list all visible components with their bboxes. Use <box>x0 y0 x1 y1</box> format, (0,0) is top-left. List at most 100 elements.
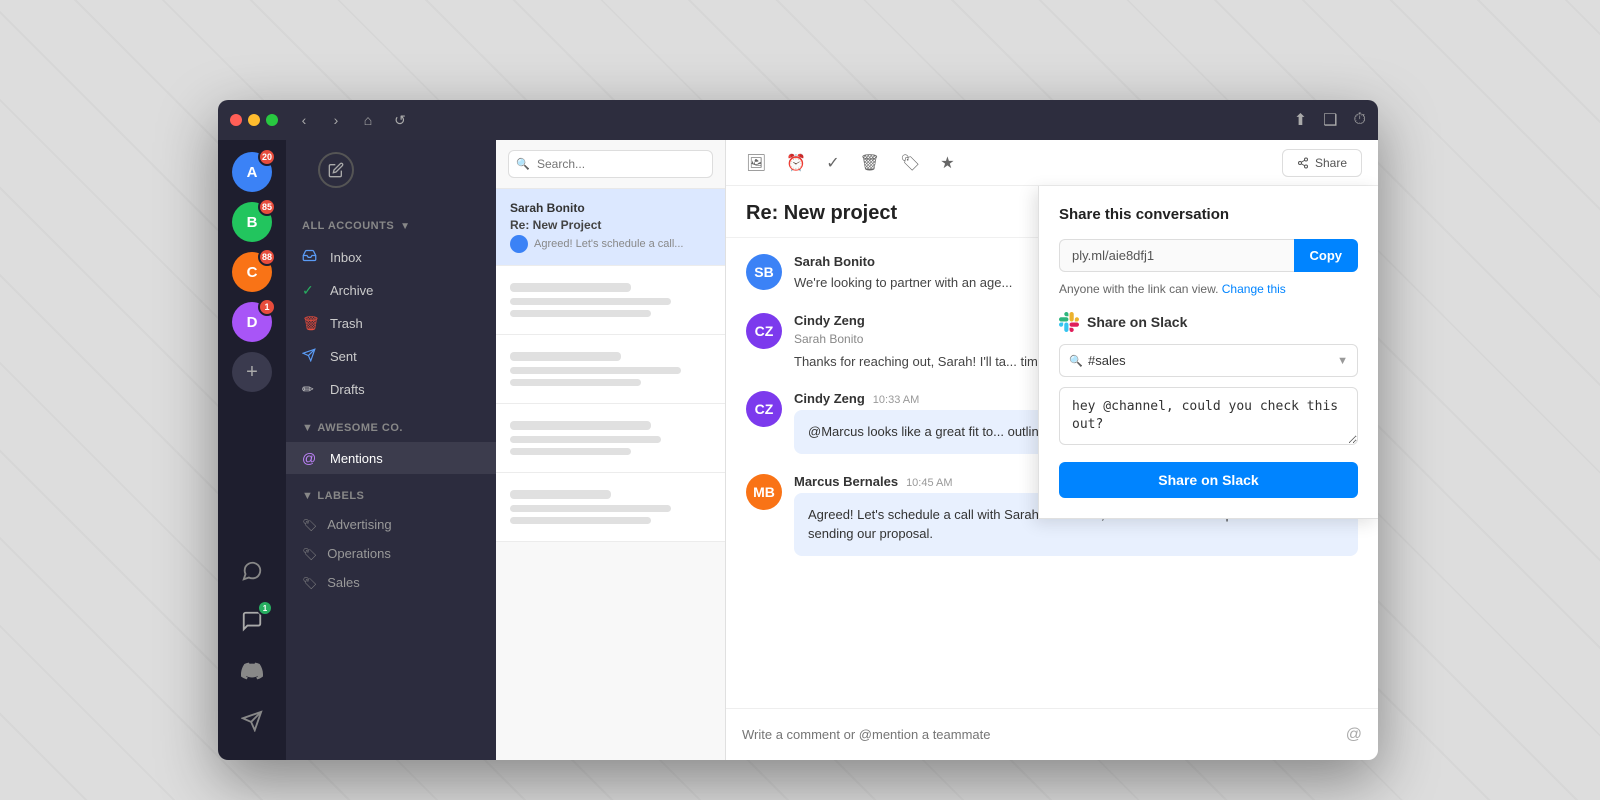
share-link-input[interactable] <box>1059 239 1294 272</box>
layers-icon[interactable]: ❑ <box>1323 110 1337 130</box>
mentions-icon: @ <box>302 450 320 466</box>
change-this-link[interactable]: Change this <box>1222 282 1286 296</box>
compose-button[interactable] <box>318 152 354 188</box>
titlebar: ‹ › ⌂ ↺ ⬆ ❑ ⏱ <box>218 100 1378 140</box>
label-sales[interactable]: 🏷 Sales <box>286 568 496 597</box>
chat-badge: 1 <box>257 600 273 616</box>
channel-select-wrapper: ▼ <box>1059 344 1358 377</box>
label-operations[interactable]: 🏷 Operations <box>286 539 496 568</box>
titlebar-icons: ⬆ ❑ ⏱ <box>1294 110 1366 130</box>
avatar-cindy-2: CZ <box>746 391 782 427</box>
account-avatar-3[interactable]: C 88 <box>232 252 272 292</box>
conv-preview-1: Agreed! Let's schedule a call... <box>510 235 711 253</box>
traffic-lights <box>230 114 278 126</box>
close-button[interactable] <box>230 114 242 126</box>
conv-sender-1: Sarah Bonito <box>510 201 711 215</box>
star-icon[interactable]: ★ <box>936 149 958 177</box>
nav-mentions[interactable]: @ Mentions <box>286 442 496 474</box>
avatar-marcus: MB <box>746 474 782 510</box>
placeholder-9 <box>510 448 631 455</box>
share-link-row: Copy <box>1059 239 1358 272</box>
at-icon[interactable]: @ <box>1346 726 1362 744</box>
channel-input[interactable] <box>1059 344 1358 377</box>
conv-item-4[interactable] <box>496 404 725 473</box>
search-bar <box>496 140 725 189</box>
avatar-sarah: SB <box>746 254 782 290</box>
placeholder-12 <box>510 517 651 524</box>
slack-message-input[interactable]: hey <span class="channel-mention">@chann… <box>1059 387 1358 445</box>
account-badge-1: 20 <box>258 148 276 166</box>
label-advertising[interactable]: 🏷 Advertising <box>286 510 496 539</box>
email-view: 🖼 ⏰ ✓ 🗑 🏷 ★ Share Re: New project <box>726 140 1378 760</box>
email-toolbar: 🖼 ⏰ ✓ 🗑 🏷 ★ Share <box>726 140 1378 186</box>
account-avatar-2[interactable]: B 85 <box>232 202 272 242</box>
all-accounts-header[interactable]: ALL ACCOUNTS ▼ <box>286 216 496 236</box>
discord-icon-btn[interactable] <box>233 652 271 690</box>
nav-inbox[interactable]: Inbox <box>286 240 496 274</box>
image-icon[interactable]: 🖼 <box>742 149 770 177</box>
alarm-icon[interactable]: ⏰ <box>782 149 810 177</box>
share-button[interactable]: Share <box>1282 149 1362 177</box>
dropdown-arrow-icon: ▼ <box>1337 355 1348 367</box>
minimize-button[interactable] <box>248 114 260 126</box>
share-on-slack-button[interactable]: Share on Slack <box>1059 462 1358 498</box>
back-button[interactable]: ‹ <box>290 107 318 133</box>
archive-icon: ✓ <box>302 282 320 299</box>
navigation-buttons: ‹ › ⌂ ↺ <box>290 107 414 133</box>
maximize-button[interactable] <box>266 114 278 126</box>
msg-name-2: Cindy Zeng <box>794 313 865 328</box>
main-window: ‹ › ⌂ ↺ ⬆ ❑ ⏱ A 20 B 85 C 88 <box>218 100 1378 760</box>
check-icon[interactable]: ✓ <box>822 149 843 177</box>
label-tag-icon-3: 🏷 <box>302 576 317 590</box>
account-avatar-4[interactable]: D 1 <box>232 302 272 342</box>
compose-input[interactable] <box>742 727 1336 742</box>
avatar-cindy-1: CZ <box>746 313 782 349</box>
nav-sidebar: ALL ACCOUNTS ▼ Inbox ✓ Archive 🗑 Trash <box>286 140 496 760</box>
sent-icon <box>302 348 320 365</box>
forward-button[interactable]: › <box>322 107 350 133</box>
nav-sent[interactable]: Sent <box>286 340 496 373</box>
account-badge-3: 88 <box>258 248 276 266</box>
labels-header[interactable]: ▼ LABELS <box>286 486 496 506</box>
copy-button[interactable]: Copy <box>1294 239 1359 272</box>
conv-item-5[interactable] <box>496 473 725 542</box>
conv-avatar-sm-1 <box>510 235 528 253</box>
sidebar-bottom-icons: 1 <box>233 552 271 748</box>
conv-item-1[interactable]: Sarah Bonito Re: New Project Agreed! Let… <box>496 189 725 266</box>
trash-icon: 🗑 <box>302 315 320 332</box>
account-avatar-1[interactable]: A 20 <box>232 152 272 192</box>
nav-drafts[interactable]: ✏ Drafts <box>286 373 496 406</box>
paper-plane-icon-btn[interactable] <box>233 702 271 740</box>
nav-trash[interactable]: 🗑 Trash <box>286 307 496 340</box>
conv-item-3[interactable] <box>496 335 725 404</box>
msg-name-4: Marcus Bernales <box>794 474 898 489</box>
slack-icon <box>1059 312 1079 332</box>
conv-subject-1: Re: New Project <box>510 218 711 232</box>
placeholder-3 <box>510 310 651 317</box>
chat-icon-btn[interactable]: 1 <box>233 602 271 640</box>
placeholder-6 <box>510 379 641 386</box>
share-panel: Share this conversation Copy Anyone with… <box>1038 186 1378 519</box>
main-content: A 20 B 85 C 88 D 1 + <box>218 140 1378 760</box>
whatsapp-icon-btn[interactable] <box>233 552 271 590</box>
placeholder-8 <box>510 436 661 443</box>
label-tag-icon-2: 🏷 <box>302 547 317 561</box>
conv-item-2[interactable] <box>496 266 725 335</box>
conversation-list: Sarah Bonito Re: New Project Agreed! Let… <box>496 140 726 760</box>
placeholder-10 <box>510 490 611 499</box>
awesome-co-header[interactable]: ▼ AWESOME CO. <box>286 418 496 438</box>
nav-archive[interactable]: ✓ Archive <box>286 274 496 307</box>
search-input[interactable] <box>508 150 713 178</box>
account-badge-4: 1 <box>258 298 276 316</box>
clock-icon[interactable]: ⏱ <box>1354 111 1366 129</box>
add-account-button[interactable]: + <box>232 352 272 392</box>
placeholder-5 <box>510 367 681 374</box>
home-button[interactable]: ⌂ <box>354 107 382 133</box>
msg-time-4: 10:45 AM <box>906 477 952 489</box>
delete-icon[interactable]: 🗑 <box>856 149 884 177</box>
refresh-button[interactable]: ↺ <box>386 107 414 133</box>
share-icon[interactable]: ⬆ <box>1294 110 1307 130</box>
placeholder-11 <box>510 505 671 512</box>
drafts-icon: ✏ <box>302 381 320 398</box>
tag-icon[interactable]: 🏷 <box>896 149 924 177</box>
